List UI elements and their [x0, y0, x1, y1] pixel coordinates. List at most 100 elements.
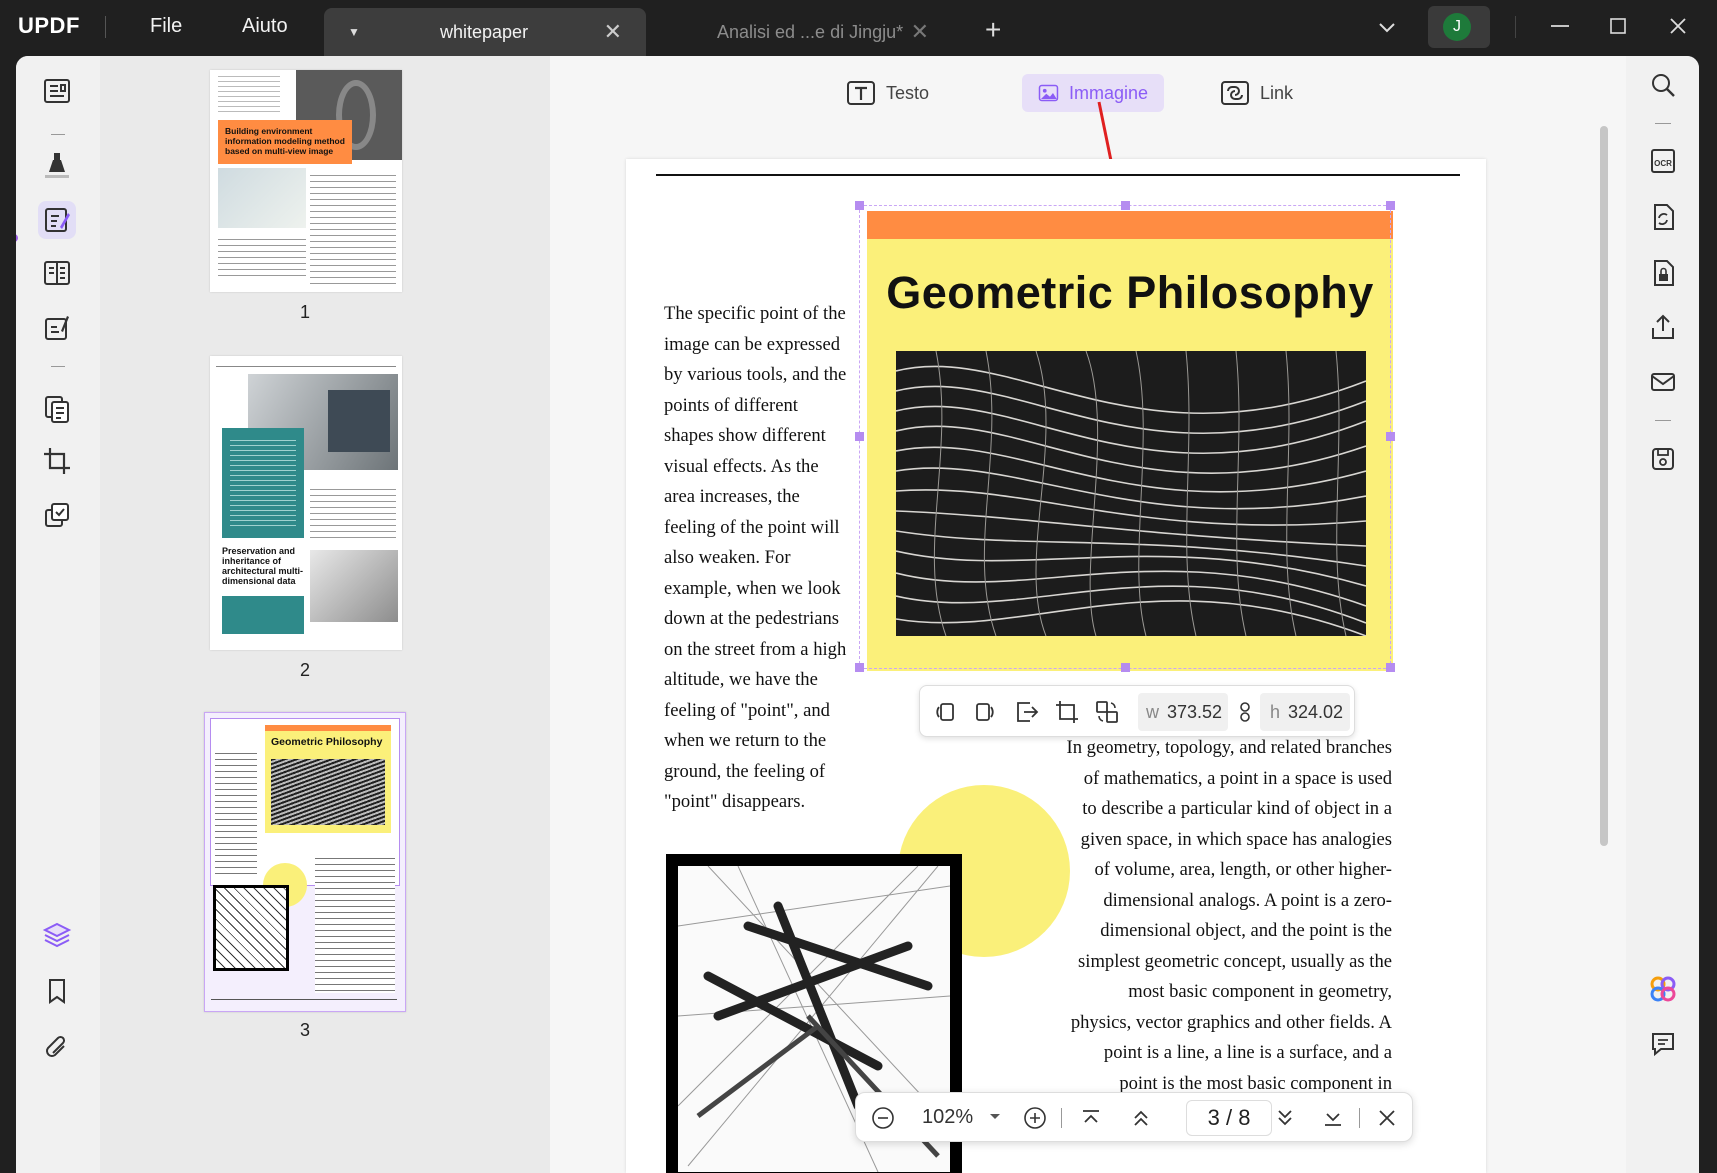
share-icon[interactable]	[1648, 312, 1678, 342]
tab-whitepaper[interactable]: ▼ whitepaper ✕	[324, 8, 646, 56]
vertical-scrollbar[interactable]	[1600, 126, 1608, 846]
document-viewer: Testo Immagine Link Geometric Philosophy	[550, 56, 1626, 1173]
right-toolbar: OCR	[1626, 56, 1699, 1173]
new-tab-icon[interactable]: +	[985, 14, 1001, 46]
text-tool-icon	[847, 81, 875, 105]
close-tab-icon[interactable]: ✕	[911, 19, 929, 45]
maximize-icon[interactable]	[1606, 14, 1630, 38]
close-window-icon[interactable]	[1666, 14, 1690, 38]
resize-handle[interactable]	[855, 201, 864, 210]
tab-title: Analisi ed ...e di Jingju*	[717, 21, 904, 42]
layers-icon[interactable]	[38, 916, 76, 954]
teal-block	[222, 596, 304, 634]
search-icon[interactable]	[1648, 70, 1678, 100]
edit-image-tool[interactable]: Immagine	[1022, 74, 1164, 112]
height-value: 324.02	[1288, 701, 1344, 722]
highlighter-icon[interactable]	[38, 146, 76, 184]
save-icon[interactable]	[1648, 444, 1678, 474]
app-logo: UPDF	[18, 13, 80, 38]
resize-handle[interactable]	[1386, 663, 1395, 672]
organize-pages-icon[interactable]	[38, 254, 76, 292]
zoom-dropdown-icon[interactable]	[986, 1107, 1004, 1125]
crop-image-icon[interactable]	[1054, 699, 1080, 725]
divider	[1061, 1108, 1062, 1128]
text-lines	[310, 170, 396, 288]
height-label: h	[1270, 701, 1281, 722]
comment-icon[interactable]	[1648, 1029, 1678, 1059]
left-toolbar	[16, 56, 100, 1173]
zoom-in-icon[interactable]	[1022, 1105, 1048, 1131]
page-thumbnail-2[interactable]: Preservation and inheritance of architec…	[210, 356, 402, 650]
divider	[1359, 1108, 1360, 1128]
minimize-icon[interactable]	[1548, 14, 1572, 38]
close-zoom-bar-icon[interactable]	[1374, 1105, 1400, 1131]
image-selection-box[interactable]	[859, 205, 1391, 669]
edit-text-tool[interactable]: Testo	[836, 74, 939, 112]
text-lines	[218, 234, 306, 280]
avatar: J	[1443, 13, 1471, 41]
protect-pdf-icon[interactable]	[1648, 258, 1678, 288]
active-indicator	[16, 234, 18, 242]
page-indicator[interactable]: 3 / 8	[1186, 1100, 1272, 1136]
page-thumbnail-1[interactable]: Building environment information modelin…	[210, 70, 402, 292]
batch-icon[interactable]	[38, 496, 76, 534]
link-tool-icon	[1221, 81, 1249, 105]
menu-file[interactable]: File	[150, 15, 182, 38]
last-page-icon[interactable]	[1320, 1105, 1346, 1131]
lock-aspect-ratio-icon[interactable]	[1232, 699, 1258, 725]
width-label: w	[1146, 701, 1159, 722]
email-icon[interactable]	[1648, 367, 1678, 397]
building-photo	[213, 885, 289, 971]
rotate-right-icon[interactable]	[972, 699, 998, 725]
divider	[1655, 420, 1671, 421]
title-bar: UPDF File Aiuto ▼ whitepaper ✕ Analisi e…	[0, 0, 1717, 56]
bookmark-icon[interactable]	[38, 972, 76, 1010]
resize-handle[interactable]	[1121, 663, 1130, 672]
resize-handle[interactable]	[1121, 201, 1130, 210]
text-lines	[310, 484, 396, 538]
edit-link-tool[interactable]: Link	[1210, 74, 1303, 112]
divider	[105, 16, 106, 38]
caption-box: Building environment information modelin…	[218, 120, 352, 164]
account-button[interactable]: J	[1428, 6, 1490, 48]
close-tab-icon[interactable]: ✕	[604, 19, 622, 45]
app-window: UPDF File Aiuto ▼ whitepaper ✕ Analisi e…	[0, 0, 1717, 1173]
first-page-icon[interactable]	[1078, 1105, 1104, 1131]
resize-handle[interactable]	[1386, 201, 1395, 210]
menu-help[interactable]: Aiuto	[242, 15, 288, 38]
resize-handle[interactable]	[855, 432, 864, 441]
crop-pages-icon[interactable]	[38, 442, 76, 480]
image-properties-toolbar: w 373.52 h 324.02	[919, 685, 1355, 737]
rule	[216, 366, 396, 367]
divider	[1655, 123, 1671, 124]
current-page: 3	[1207, 1105, 1220, 1130]
previous-page-icon[interactable]	[1128, 1105, 1154, 1131]
zoom-navigation-bar: 102% 3 / 8	[855, 1092, 1413, 1142]
resize-handle[interactable]	[1386, 432, 1395, 441]
resize-handle[interactable]	[855, 663, 864, 672]
next-page-icon[interactable]	[1272, 1105, 1298, 1131]
convert-icon[interactable]	[38, 390, 76, 428]
reader-mode-icon[interactable]	[38, 72, 76, 110]
zoom-out-icon[interactable]	[870, 1105, 896, 1131]
tabs-overflow-chevron-icon[interactable]	[1376, 16, 1398, 38]
zoom-level[interactable]: 102%	[922, 1106, 973, 1129]
tab-analisi[interactable]: Analisi ed ...e di Jingju* ✕	[647, 8, 953, 56]
width-field[interactable]: w 373.52	[1138, 693, 1228, 731]
height-field[interactable]: h 324.02	[1260, 693, 1350, 731]
fill-sign-icon[interactable]	[38, 309, 76, 347]
rotate-left-icon[interactable]	[932, 699, 958, 725]
ai-assistant-icon[interactable]	[1648, 974, 1678, 1004]
ocr-icon[interactable]: OCR	[1648, 146, 1678, 176]
replace-image-icon[interactable]	[1094, 699, 1120, 725]
page-thumbnail-3[interactable]: Geometric Philosophy	[204, 712, 406, 1012]
rule	[211, 999, 397, 1000]
page-number-label: 2	[300, 660, 311, 680]
attachment-icon[interactable]	[38, 1028, 76, 1066]
tab-dropdown-icon[interactable]: ▼	[348, 25, 360, 39]
convert-pdf-icon[interactable]	[1648, 202, 1678, 232]
card-title: Geometric Philosophy	[271, 736, 383, 748]
divider	[51, 134, 65, 135]
extract-image-icon[interactable]	[1014, 699, 1040, 725]
edit-pdf-icon[interactable]	[38, 201, 76, 239]
